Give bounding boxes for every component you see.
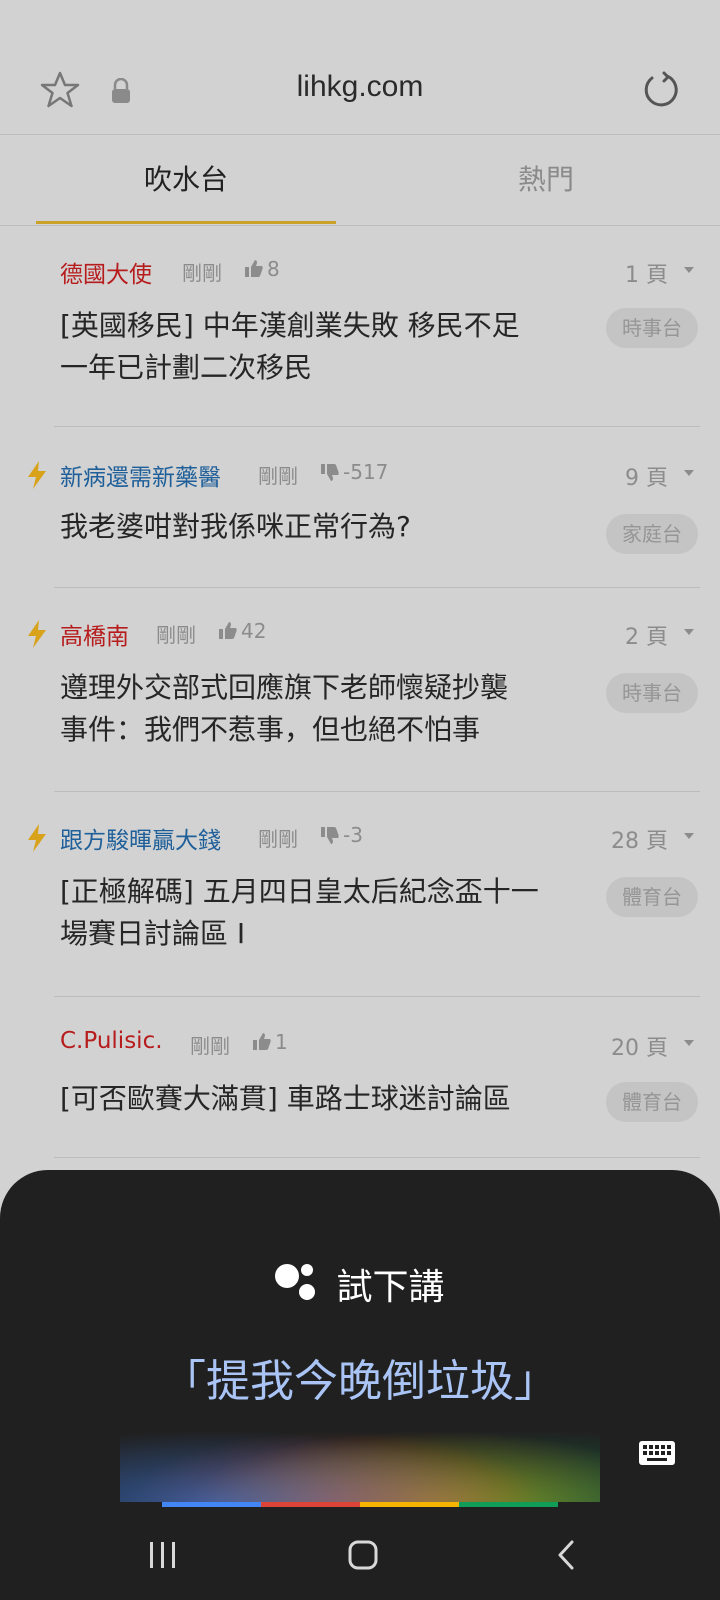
category-badge[interactable]: 時事台: [606, 308, 698, 348]
thread-title[interactable]: [可否歐賽大滿貫] 車路士球迷討論區: [60, 1078, 590, 1120]
active-tab-indicator: [36, 221, 336, 224]
thread-time: 剛剛: [156, 623, 196, 647]
category-badge[interactable]: 體育台: [606, 877, 698, 917]
category-tabs: 吹水台 熱門: [0, 135, 720, 226]
thread-author[interactable]: C.Pulisic.: [60, 1028, 163, 1054]
thread-vote: -517: [320, 460, 388, 484]
lightning-icon: [28, 620, 46, 648]
thread-row[interactable]: 跟方駿暉贏大錢 剛剛 -3 28 頁 [正極解碼] 五月四日皇太后紀念盃十一 場…: [0, 793, 720, 997]
thread-vote: -3: [320, 823, 363, 847]
divider: [54, 791, 700, 792]
thread-pages[interactable]: 2 頁: [625, 619, 668, 651]
assistant-bar-blue: [162, 1502, 261, 1507]
title-line: 一年已計劃二次移民: [60, 351, 313, 384]
thread-row[interactable]: 新病還需新藥醫 剛剛 -517 9 頁 我老婆咁對我係咪正常行為? 家庭台: [0, 428, 720, 588]
thread-pages[interactable]: 20 頁: [611, 1030, 668, 1062]
title-line: [正極解碼] 五月四日皇太后紀念盃十一: [60, 875, 539, 908]
vote-count: 1: [275, 1030, 288, 1054]
title-line: [可否歐賽大滿貫] 車路士球迷討論區: [60, 1082, 511, 1115]
thread-author[interactable]: 新病還需新藥醫: [60, 458, 221, 492]
lightning-icon: [28, 461, 46, 489]
assistant-bar-green: [459, 1502, 558, 1507]
assistant-bar-red: [261, 1502, 360, 1507]
vote-count: 42: [241, 619, 267, 643]
thread-row[interactable]: 德國大使 剛剛 8 1 頁 [英國移民] 中年漢創業失敗 移民不足 一年已計劃二…: [0, 225, 720, 427]
title-line: [英國移民] 中年漢創業失敗 移民不足: [60, 309, 520, 342]
divider: [54, 587, 700, 588]
category-badge[interactable]: 體育台: [606, 1082, 698, 1122]
lightning-icon: [28, 824, 46, 852]
vote-count: -517: [343, 460, 389, 484]
thread-author[interactable]: 德國大使: [60, 255, 152, 289]
chevron-down-icon[interactable]: [684, 833, 694, 839]
chevron-down-icon[interactable]: [684, 1040, 694, 1046]
title-line: 事件：我們不惹事，但也絕不怕事: [60, 713, 481, 746]
title-line: 遵理外交部式回應旗下老師懷疑抄襲: [60, 671, 509, 704]
recent-apps-icon[interactable]: [148, 1540, 178, 1570]
title-line: 場賽日討論區 I: [60, 917, 246, 950]
assistant-bar-yellow: [360, 1502, 459, 1507]
thread-title[interactable]: [正極解碼] 五月四日皇太后紀念盃十一 場賽日討論區 I: [60, 871, 590, 955]
keyboard-icon[interactable]: [638, 1440, 676, 1466]
thread-title[interactable]: 遵理外交部式回應旗下老師懷疑抄襲 事件：我們不惹事，但也絕不怕事: [60, 667, 590, 751]
url-text[interactable]: lihkg.com: [0, 70, 720, 104]
assistant-sheet: 試下講 「提我今晚倒垃圾」: [0, 1170, 720, 1600]
thread-row[interactable]: 高橋南 剛剛 42 2 頁 遵理外交部式回應旗下老師懷疑抄襲 事件：我們不惹事，…: [0, 589, 720, 792]
thumbs-up-icon: [219, 622, 237, 639]
category-badge[interactable]: 時事台: [606, 673, 698, 713]
tab-hot[interactable]: 熱門: [396, 135, 696, 225]
home-icon[interactable]: [348, 1540, 378, 1570]
thread-title[interactable]: [英國移民] 中年漢創業失敗 移民不足 一年已計劃二次移民: [60, 305, 590, 389]
thread-author[interactable]: 跟方駿暉贏大錢: [60, 821, 221, 855]
thread-vote: 1: [252, 1030, 288, 1054]
assistant-suggestion[interactable]: 「提我今晚倒垃圾」: [0, 1345, 720, 1409]
thread-title[interactable]: 我老婆咁對我係咪正常行為?: [60, 506, 590, 548]
thread-time: 剛剛: [182, 261, 222, 285]
assistant-logo-icon: [275, 1262, 319, 1306]
divider: [54, 1157, 700, 1158]
thread-vote: 8: [244, 257, 280, 281]
divider: [54, 996, 700, 997]
thread-pages[interactable]: 1 頁: [625, 257, 668, 289]
thread-vote: 42: [218, 619, 266, 643]
divider: [54, 426, 700, 427]
assistant-listening-glow: [120, 1410, 600, 1502]
thumbs-up-icon: [253, 1033, 271, 1050]
reload-icon[interactable]: [640, 70, 680, 110]
thumbs-down-icon: [321, 464, 339, 481]
assistant-header: 試下講: [0, 1258, 720, 1310]
thumbs-up-icon: [245, 260, 263, 277]
thread-time: 剛剛: [190, 1034, 230, 1058]
thread-pages[interactable]: 9 頁: [625, 460, 668, 492]
vote-count: 8: [267, 257, 280, 281]
thread-time: 剛剛: [258, 464, 298, 488]
thumbs-down-icon: [321, 827, 339, 844]
vote-count: -3: [343, 823, 363, 847]
chevron-down-icon[interactable]: [684, 629, 694, 635]
back-icon[interactable]: [556, 1540, 576, 1570]
thread-author[interactable]: 高橋南: [60, 617, 129, 651]
title-line: 我老婆咁對我係咪正常行為?: [60, 510, 411, 543]
category-badge[interactable]: 家庭台: [606, 514, 698, 554]
tab-chat[interactable]: 吹水台: [36, 135, 336, 225]
thread-row[interactable]: C.Pulisic. 剛剛 1 20 頁 [可否歐賽大滿貫] 車路士球迷討論區 …: [0, 998, 720, 1158]
assistant-prompt-label: 試下講: [336, 1267, 445, 1308]
chevron-down-icon[interactable]: [684, 267, 694, 273]
thread-pages[interactable]: 28 頁: [611, 823, 668, 855]
system-nav-bar: [0, 1540, 720, 1600]
browser-address-bar: lihkg.com: [0, 0, 720, 135]
thread-time: 剛剛: [258, 827, 298, 851]
chevron-down-icon[interactable]: [684, 470, 694, 476]
